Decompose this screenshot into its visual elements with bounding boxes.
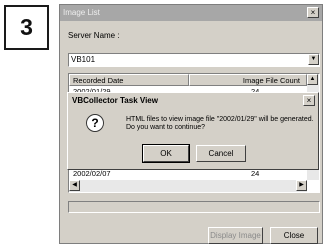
column-header-image-file-count[interactable]: Image File Count [189, 74, 307, 86]
question-icon: ? [86, 114, 104, 132]
dialog-title: VBCollector Task View [69, 94, 317, 107]
scroll-up-icon[interactable]: ▲ [307, 74, 318, 85]
window-title: Image List [60, 5, 322, 21]
server-name-combo[interactable]: VB101 ▼ [68, 53, 320, 67]
dialog-message-line1: HTML files to view image file "2002/01/2… [126, 116, 314, 123]
dialog-close-button[interactable]: × [303, 95, 315, 106]
dialog-message-line2: Do you want to continue? [126, 124, 205, 131]
step-number-box: 3 [4, 5, 49, 50]
display-image-button[interactable]: Display Image [208, 227, 263, 244]
scroll-right-icon[interactable]: ▶ [296, 180, 307, 191]
window-close-button[interactable]: × [307, 7, 319, 18]
server-name-value: VB101 [71, 55, 96, 64]
close-button[interactable]: Close [270, 227, 318, 244]
dropdown-arrow-icon[interactable]: ▼ [308, 54, 319, 65]
ok-button[interactable]: OK [142, 144, 190, 163]
progress-bar [68, 201, 320, 213]
column-header-recorded-date[interactable]: Recorded Date [69, 74, 189, 86]
horizontal-scrollbar[interactable]: ◀ ▶ [69, 180, 307, 192]
confirm-dialog: VBCollector Task View × ? HTML files to … [67, 92, 319, 170]
server-name-label: Server Name : [68, 31, 120, 40]
scroll-left-icon[interactable]: ◀ [69, 180, 80, 191]
cancel-button[interactable]: Cancel [196, 145, 246, 162]
